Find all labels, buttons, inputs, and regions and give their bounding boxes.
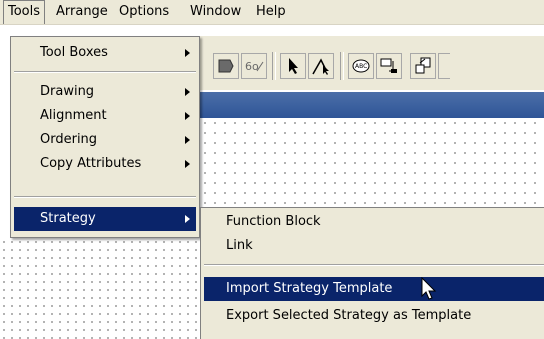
menu-item-label: Copy Attributes bbox=[40, 156, 142, 171]
menu-tools[interactable]: Tools bbox=[3, 0, 46, 24]
link-tool-button[interactable]: 6o bbox=[241, 53, 267, 79]
menu-separator bbox=[14, 71, 196, 73]
function-block-icon bbox=[218, 59, 234, 73]
mouse-pointer-icon bbox=[421, 277, 437, 300]
menu-arrange[interactable]: Arrange bbox=[52, 0, 112, 24]
toolbar-separator bbox=[340, 52, 344, 80]
tag-insert-icon bbox=[380, 58, 397, 73]
select-arrow-icon bbox=[289, 58, 298, 74]
export-icon bbox=[415, 57, 431, 74]
tools-menu: Tool Boxes Drawing Alignment Ordering Co… bbox=[10, 36, 200, 238]
menu-item-label: Alignment bbox=[40, 108, 107, 123]
connect-arrow-icon bbox=[312, 58, 329, 75]
submenu-item-function-block[interactable]: Function Block bbox=[204, 210, 544, 234]
strategy-canvas-left[interactable] bbox=[0, 238, 200, 339]
text-label-icon: ABC bbox=[352, 59, 370, 73]
strategy-window-titlebar bbox=[200, 92, 544, 118]
menu-separator bbox=[14, 196, 196, 198]
submenu-arrow-icon bbox=[185, 112, 190, 120]
submenu-arrow-icon bbox=[185, 160, 190, 168]
svg-text:ABC: ABC bbox=[355, 63, 367, 70]
svg-text:6o: 6o bbox=[245, 60, 259, 73]
menu-item-alignment[interactable]: Alignment bbox=[14, 104, 196, 128]
submenu-item-export-selected-strategy[interactable]: Export Selected Strategy as Template bbox=[204, 304, 544, 328]
function-block-button[interactable] bbox=[213, 53, 239, 79]
text-label-button[interactable]: ABC bbox=[348, 53, 374, 79]
strategy-canvas[interactable] bbox=[200, 118, 544, 207]
menu-item-label: Ordering bbox=[40, 132, 98, 147]
export-button[interactable] bbox=[410, 53, 436, 79]
submenu-arrow-icon bbox=[185, 88, 190, 96]
menu-help[interactable]: Help bbox=[252, 0, 290, 24]
submenu-item-link[interactable]: Link bbox=[204, 234, 544, 258]
toolbar-separator bbox=[272, 52, 276, 80]
menu-options[interactable]: Options bbox=[115, 0, 173, 24]
menu-item-label: Drawing bbox=[40, 84, 95, 99]
menu-item-copy-attributes[interactable]: Copy Attributes bbox=[14, 152, 196, 176]
submenu-arrow-icon bbox=[185, 215, 190, 223]
menu-item-label: Tool Boxes bbox=[40, 45, 108, 60]
select-button[interactable] bbox=[280, 53, 306, 79]
submenu-arrow-icon bbox=[185, 136, 190, 144]
menu-separator bbox=[204, 264, 544, 266]
toolbar: 6o ABC bbox=[200, 36, 544, 90]
submenu-arrow-icon bbox=[185, 49, 190, 57]
menu-item-drawing[interactable]: Drawing bbox=[14, 80, 196, 104]
submenu-item-label: Link bbox=[226, 238, 253, 253]
menu-item-tool-boxes[interactable]: Tool Boxes bbox=[14, 41, 196, 65]
menu-item-ordering[interactable]: Ordering bbox=[14, 128, 196, 152]
menu-window[interactable]: Window bbox=[186, 0, 245, 24]
strategy-submenu: Function Block Link Import Strategy Temp… bbox=[200, 207, 544, 339]
menu-bar: Tools Arrange Options Window Help bbox=[0, 0, 544, 25]
submenu-item-label: Function Block bbox=[226, 214, 321, 229]
link-tool-icon: 6o bbox=[245, 60, 264, 73]
tag-insert-button[interactable] bbox=[376, 53, 402, 79]
submenu-item-label: Import Strategy Template bbox=[226, 281, 393, 296]
connect-button[interactable] bbox=[308, 53, 334, 79]
menu-item-strategy[interactable]: Strategy bbox=[14, 207, 196, 231]
menu-item-label: Strategy bbox=[40, 211, 96, 226]
submenu-item-import-strategy-template[interactable]: Import Strategy Template bbox=[204, 277, 544, 301]
overflow-button[interactable] bbox=[438, 53, 450, 79]
submenu-item-label: Export Selected Strategy as Template bbox=[226, 308, 472, 323]
